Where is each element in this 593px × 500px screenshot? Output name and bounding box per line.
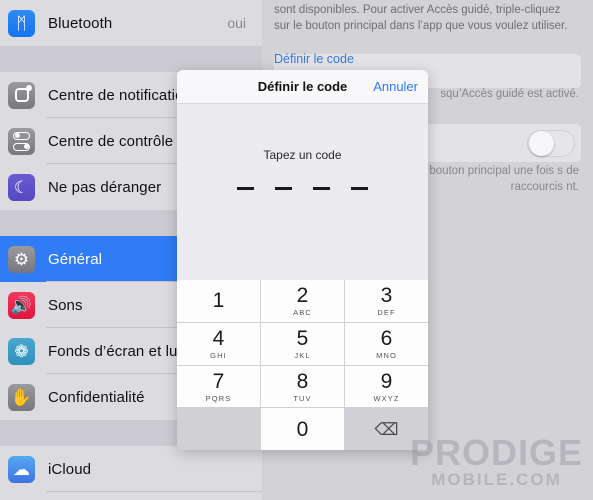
gear-icon: ⚙ bbox=[8, 245, 35, 273]
keypad-key-7[interactable]: 7 PQRS bbox=[177, 365, 260, 408]
modal-title: Définir le code bbox=[257, 79, 348, 94]
icon-glyph: ᛗ bbox=[16, 13, 27, 33]
keypad-key-number: 7 bbox=[212, 369, 225, 393]
sidebar-item-value: oui bbox=[227, 15, 246, 31]
icon-glyph: 🔊 bbox=[10, 295, 33, 315]
sidebar-item-label: iCloud bbox=[48, 460, 92, 478]
numeric-keypad[interactable]: 1 2 ABC 3 DEF 4 GHI 5 JKL 6 MNO 7 PQRS 8 TUV 9 WXYZ 0 ⌫ bbox=[177, 280, 428, 450]
keypad-key-9[interactable]: 9 WXYZ bbox=[345, 365, 428, 408]
keypad-key-number: 1 bbox=[212, 289, 225, 313]
modal-header: Définir le code Annuler bbox=[177, 70, 428, 104]
sidebar-item-label: Confidentialité bbox=[48, 388, 145, 406]
keypad-key-5[interactable]: 5 JKL bbox=[261, 322, 344, 365]
sidebar-group: ☁iCloud✉Mail, Contacts, CalenNotesRappel… bbox=[0, 446, 262, 500]
keypad-key-letters: GHI bbox=[210, 350, 227, 360]
keypad-key-6[interactable]: 6 MNO bbox=[345, 322, 428, 365]
screen: ᛗ Bluetooth oui Centre de notification Centr… bbox=[0, 0, 593, 500]
sidebar-item-mail-contacts-calen[interactable]: ✉Mail, Contacts, Calen bbox=[0, 492, 262, 500]
sidebar-item-label: Fonds d’écran et lumi bbox=[48, 342, 194, 360]
icon-glyph: ❁ bbox=[14, 341, 29, 361]
keypad-key-number: 8 bbox=[296, 369, 309, 393]
keypad-key-letters: MNO bbox=[376, 350, 397, 360]
keypad-key-letters: PQRS bbox=[205, 393, 232, 403]
keypad-key-2[interactable]: 2 ABC bbox=[261, 280, 344, 322]
notification-center-icon bbox=[8, 81, 35, 109]
passcode-dash bbox=[351, 187, 368, 190]
guided-access-description: app unique et vous permet de contrôler q… bbox=[274, 4, 568, 32]
passcode-note: squ’Accès guidé est activé. bbox=[440, 88, 579, 100]
keypad-key-1[interactable]: 1 bbox=[177, 280, 260, 322]
icon-glyph: ⚙ bbox=[13, 249, 30, 269]
passcode-dash bbox=[237, 187, 254, 190]
sidebar-item-icloud[interactable]: ☁ iCloud bbox=[0, 446, 262, 492]
delete-key[interactable]: ⌫ bbox=[345, 408, 428, 450]
passcode-dash bbox=[275, 187, 292, 190]
keypad-key-number: 5 bbox=[296, 326, 309, 350]
sidebar-item-label: Centre de notification bbox=[48, 86, 192, 104]
keypad-key-8[interactable]: 8 TUV bbox=[261, 365, 344, 408]
keypad-key-number: 9 bbox=[380, 369, 393, 393]
bluetooth-icon: ᛗ bbox=[8, 9, 35, 37]
keypad-key-number: 3 bbox=[380, 284, 393, 308]
keypad-key-letters: JKL bbox=[294, 350, 311, 360]
passcode-entry-field[interactable] bbox=[177, 187, 428, 190]
set-passcode-link[interactable]: Définir le code bbox=[274, 52, 354, 66]
sidebar-group-separator bbox=[0, 46, 262, 72]
sidebar-item-label: Ne pas déranger bbox=[48, 178, 162, 196]
passcode-dash bbox=[313, 187, 330, 190]
sidebar-item-label: Général bbox=[48, 250, 103, 268]
keypad-key-4[interactable]: 4 GHI bbox=[177, 322, 260, 365]
keypad-key-number: 0 bbox=[296, 417, 309, 441]
hand-icon: ✋ bbox=[8, 383, 35, 411]
passcode-prompt: Tapez un code bbox=[263, 148, 342, 162]
keypad-key-0[interactable]: 0 bbox=[261, 408, 344, 450]
sidebar-group: ᛗ Bluetooth oui bbox=[0, 0, 262, 46]
icon-glyph: ✋ bbox=[10, 387, 33, 407]
keypad-key-letters: DEF bbox=[377, 308, 396, 318]
accessibility-shortcut-toggle[interactable] bbox=[527, 130, 575, 157]
keypad-key-number: 4 bbox=[212, 326, 225, 350]
sidebar-item-label: Sons bbox=[48, 296, 83, 314]
icon-glyph: ☾ bbox=[13, 177, 30, 197]
sidebar-item-label: Centre de contrôle bbox=[48, 132, 174, 150]
keypad-blank bbox=[177, 408, 260, 450]
icon-glyph: ☁ bbox=[13, 459, 30, 479]
set-passcode-modal: Définir le code Annuler Tapez un code 1 2… bbox=[177, 70, 428, 450]
cloud-icon: ☁ bbox=[8, 455, 35, 483]
keypad-key-number: 6 bbox=[380, 326, 393, 350]
keypad-key-letters: WXYZ bbox=[373, 393, 400, 403]
wallpaper-flower-icon: ❁ bbox=[8, 337, 35, 365]
cancel-button[interactable]: Annuler bbox=[373, 79, 418, 94]
keypad-key-letters: ABC bbox=[293, 308, 312, 318]
sidebar-item-bluetooth[interactable]: ᛗ Bluetooth oui bbox=[0, 0, 262, 46]
speaker-icon: 🔊 bbox=[8, 291, 35, 319]
backspace-icon: ⌫ bbox=[374, 419, 399, 439]
keypad-key-number: 2 bbox=[296, 284, 309, 308]
sidebar-item-label: Bluetooth bbox=[48, 14, 113, 32]
shortcut-note: bouton principal une fois s de raccourci… bbox=[429, 165, 579, 193]
keypad-key-3[interactable]: 3 DEF bbox=[345, 280, 428, 322]
moon-icon: ☾ bbox=[8, 173, 35, 201]
control-center-icon bbox=[8, 127, 35, 155]
keypad-key-letters: TUV bbox=[293, 393, 312, 403]
